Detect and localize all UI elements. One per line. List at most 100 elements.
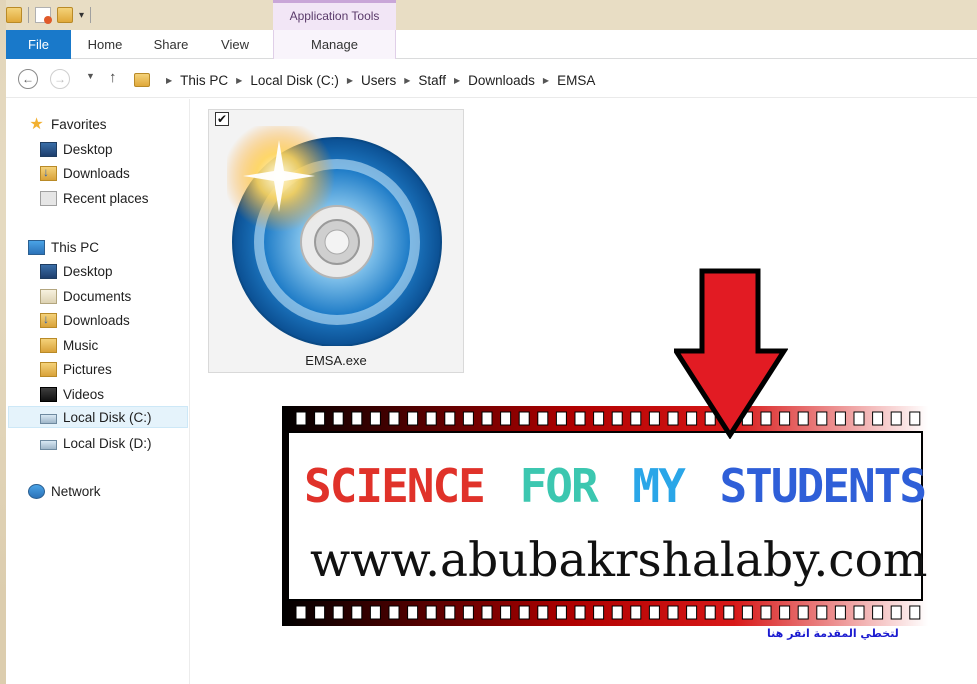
sidebar-item-recent-places[interactable]: Recent places [40, 187, 186, 209]
chevron-right-icon[interactable]: ▶ [543, 76, 549, 85]
qat-separator [90, 7, 92, 23]
film-sprocket-hole [388, 605, 400, 620]
film-sprocket-hole [593, 605, 605, 620]
sidebar-item-local-disk-d[interactable]: Local Disk (D:) [40, 432, 186, 454]
chevron-right-icon[interactable]: ▶ [347, 76, 353, 85]
tab-share[interactable]: Share [144, 30, 198, 59]
back-button[interactable]: ← [18, 69, 38, 89]
customize-qat-icon[interactable]: ▾ [79, 10, 84, 21]
film-sprocket-hole [537, 605, 549, 620]
film-sprocket-hole [611, 411, 623, 426]
sidebar-item-local-disk-c[interactable]: Local Disk (C:) [8, 406, 188, 428]
navigation-pane: ★ Favorites Desktop Downloads Recent pla… [6, 99, 190, 684]
banner-title: SCIENCE FOR MY STUDENTS [304, 459, 925, 513]
selection-checkbox[interactable]: ✔ [215, 112, 229, 126]
sidebar-item-network[interactable]: Network [28, 480, 186, 502]
film-sprocket-hole [686, 605, 698, 620]
film-sprocket-hole [555, 411, 567, 426]
sidebar-item-label: Pictures [63, 361, 112, 377]
disc-icon [227, 126, 442, 346]
breadcrumb-downloads[interactable]: Downloads [468, 73, 535, 88]
film-sprocket-hole [834, 605, 846, 620]
film-sprocket-hole [425, 411, 437, 426]
file-item[interactable]: ✔ EMSA.exe [208, 109, 464, 373]
film-sprocket-hole [909, 411, 921, 426]
film-sprocket-hole [388, 411, 400, 426]
recent-locations-icon[interactable]: ▼ [86, 71, 95, 81]
film-sprocket-hole [872, 411, 884, 426]
film-sprocket-hole [407, 411, 419, 426]
film-sprocket-hole [332, 411, 344, 426]
breadcrumb-users[interactable]: Users [361, 73, 396, 88]
sidebar-item-label: Local Disk (C:) [63, 409, 152, 425]
film-sprocket-hole [909, 605, 921, 620]
banner-title-word: MY [632, 459, 686, 513]
desktop-icon [40, 141, 57, 157]
chevron-right-icon[interactable]: ▶ [454, 76, 460, 85]
chevron-right-icon[interactable]: ▶ [236, 76, 242, 85]
film-sprocket-hole [481, 605, 493, 620]
application-tools-group: Application Tools [273, 0, 396, 30]
breadcrumb[interactable]: ▶ This PC ▶ Local Disk (C:) ▶ Users ▶ St… [134, 70, 595, 90]
film-sprocket-hole [816, 605, 828, 620]
film-sprocket-hole [518, 411, 530, 426]
sidebar-item-downloads[interactable]: Downloads [40, 309, 186, 331]
film-sprocket-hole [369, 411, 381, 426]
breadcrumb-this-pc[interactable]: This PC [180, 73, 228, 88]
film-sprocket-hole [332, 605, 344, 620]
film-sprocket-hole [779, 605, 791, 620]
film-sprocket-hole [723, 605, 735, 620]
desktop-icon [40, 263, 57, 279]
sidebar-item-videos[interactable]: Videos [40, 383, 186, 405]
tab-manage[interactable]: Manage [273, 30, 396, 59]
film-sprocket-hole [314, 411, 326, 426]
film-sprocket-hole [351, 605, 363, 620]
sidebar-item-music[interactable]: Music [40, 334, 186, 356]
film-sprocket-hole [816, 411, 828, 426]
film-sprocket-hole [890, 605, 902, 620]
quick-access-toolbar: ▾ [6, 4, 92, 26]
film-sprocket-hole [593, 411, 605, 426]
up-icon[interactable]: ↑ [109, 69, 117, 86]
film-sprocket-hole [518, 605, 530, 620]
banner-image[interactable]: SCIENCE FOR MY STUDENTS www.abubakrshala… [282, 406, 928, 626]
videos-icon [40, 386, 57, 402]
chevron-right-icon[interactable]: ▶ [166, 76, 172, 85]
tab-home[interactable]: Home [76, 30, 134, 59]
new-folder-icon[interactable] [57, 7, 73, 23]
file-name: EMSA.exe [305, 353, 367, 368]
downloads-icon [40, 312, 57, 328]
film-sprocket-hole [741, 605, 753, 620]
computer-icon [28, 239, 45, 255]
hard-disk-icon [40, 440, 57, 450]
sidebar-item-label: Music [63, 337, 99, 353]
film-sprocket-hole [853, 411, 865, 426]
film-sprocket-hole [667, 605, 679, 620]
breadcrumb-local-disk-c[interactable]: Local Disk (C:) [250, 73, 339, 88]
sidebar-item-this-pc[interactable]: This PC [28, 236, 186, 258]
sidebar-item-documents[interactable]: Documents [40, 285, 186, 307]
film-sprocket-hole [648, 411, 660, 426]
tab-file[interactable]: File [6, 30, 71, 59]
downloads-icon [40, 165, 57, 181]
film-sprocket-hole [834, 411, 846, 426]
breadcrumb-staff[interactable]: Staff [418, 73, 446, 88]
banner-title-word: FOR [520, 459, 599, 513]
chevron-right-icon[interactable]: ▶ [404, 76, 410, 85]
skip-intro-link[interactable]: لتخطي المقدمة انقر هنا [767, 627, 899, 640]
sidebar-item-favorites[interactable]: ★ Favorites [28, 113, 186, 135]
sidebar-item-desktop[interactable]: Desktop [40, 138, 186, 160]
sidebar-item-desktop[interactable]: Desktop [40, 260, 186, 282]
tab-view[interactable]: View [209, 30, 261, 59]
film-sprocket-hole [611, 605, 623, 620]
sidebar-item-label: Network [51, 483, 101, 499]
sidebar-item-downloads[interactable]: Downloads [40, 162, 186, 184]
folder-icon[interactable] [6, 7, 22, 23]
film-sprocket-hole [537, 411, 549, 426]
forward-icon: → [54, 72, 66, 86]
forward-button[interactable]: → [50, 69, 70, 89]
sidebar-item-pictures[interactable]: Pictures [40, 358, 186, 380]
breadcrumb-emsa[interactable]: EMSA [557, 73, 595, 88]
properties-icon[interactable] [35, 7, 52, 24]
file-list: ✔ EMSA.exe SCIENCE FOR MY STUDENTS www.a… [191, 99, 977, 684]
